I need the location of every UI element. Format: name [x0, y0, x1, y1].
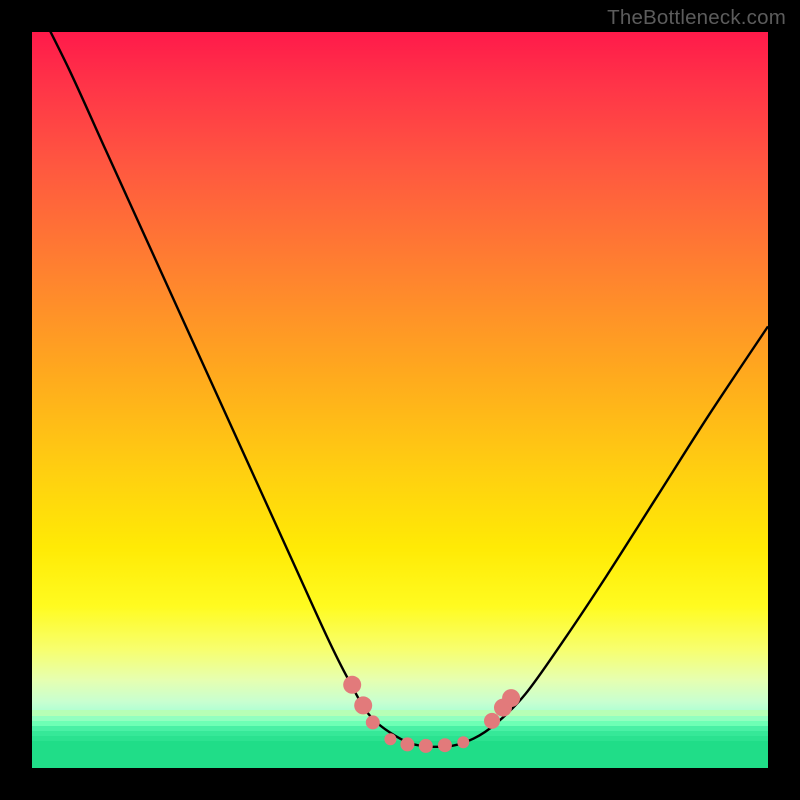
- curve-marker: [400, 737, 414, 751]
- curve-marker: [366, 715, 380, 729]
- curve-marker: [484, 713, 500, 729]
- curve-marker: [502, 689, 520, 707]
- curve-marker: [343, 676, 361, 694]
- chart-frame: TheBottleneck.com: [0, 0, 800, 800]
- curve-marker: [419, 739, 433, 753]
- curve-marker: [384, 733, 396, 745]
- curve-layer: [32, 32, 768, 768]
- curve-marker: [457, 736, 469, 748]
- curve-marker: [354, 696, 372, 714]
- bottleneck-curve: [32, 32, 768, 747]
- attribution-label: TheBottleneck.com: [607, 6, 786, 30]
- curve-marker: [438, 738, 452, 752]
- plot-area: [32, 32, 768, 768]
